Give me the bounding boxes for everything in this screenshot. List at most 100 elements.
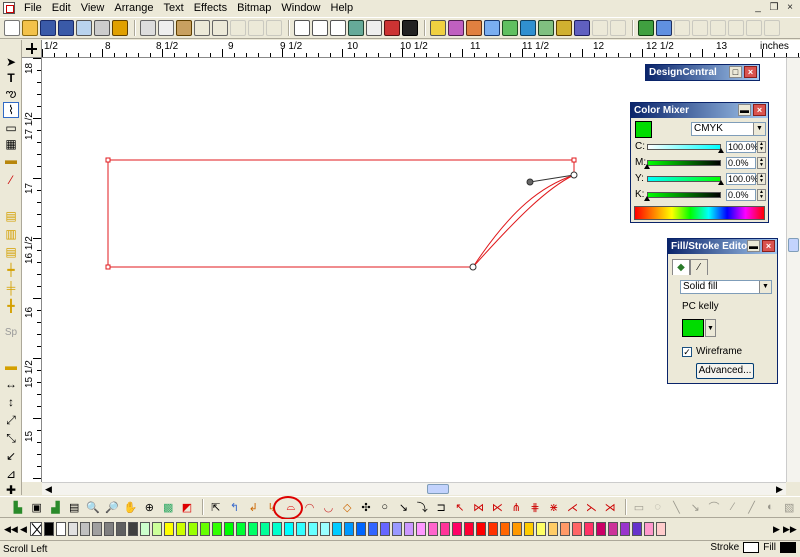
align-left-icon[interactable]: ▤ (3, 208, 19, 224)
color-swatch[interactable] (536, 522, 546, 536)
selected-path[interactable] (107, 159, 575, 268)
node-tension-icon[interactable]: ↖ (452, 499, 468, 515)
color-swatch[interactable] (548, 522, 558, 536)
node-select-icon[interactable]: ⇱ (208, 499, 224, 515)
slider-marker[interactable] (718, 148, 724, 153)
channel-value-field[interactable]: 0.0% (726, 157, 756, 169)
control-handle[interactable] (526, 178, 534, 186)
rectangle-tool-icon[interactable]: ▭ (3, 120, 19, 136)
bezier-tool-icon[interactable]: ⌇ (3, 102, 19, 118)
horizontal-ruler[interactable]: 1/2 8 8 1/2 9 9 1/2 10 10 1/2 11 11 1/2 … (42, 40, 800, 58)
corner-node[interactable] (571, 157, 577, 163)
redo-icon[interactable] (212, 20, 228, 36)
measure-icon[interactable]: ▬ (3, 358, 19, 374)
channel-slider[interactable] (647, 192, 721, 198)
spinner-icon[interactable]: ▲ ▼ (757, 141, 766, 153)
spinner-icon[interactable]: ▲ ▼ (757, 189, 766, 201)
color-swatch[interactable] (236, 522, 246, 536)
vertical-ruler[interactable]: 18 17 1/2 17 16 1/2 16 15 1/2 15 (22, 58, 42, 482)
anchor-node[interactable] (570, 171, 578, 179)
color-swatch[interactable] (644, 522, 654, 536)
panel-minimize-icon[interactable]: ▬ (747, 240, 760, 252)
path-ops-icon[interactable] (674, 20, 690, 36)
chevron-down-icon[interactable]: ▼ (759, 281, 771, 293)
spacing-icon[interactable]: ╋ (3, 298, 19, 314)
menu-view[interactable]: View (76, 0, 110, 16)
node-stretch-icon[interactable]: ⋊ (602, 499, 618, 515)
panel-title-bar[interactable]: Fill/Stroke Editor ▬ × (668, 239, 777, 254)
color-swatch[interactable] (440, 522, 450, 536)
repeat-icon[interactable] (248, 20, 264, 36)
spell-check-icon[interactable] (266, 20, 282, 36)
save-icon[interactable] (40, 20, 56, 36)
color-swatch[interactable] (524, 522, 534, 536)
node-reverse-icon[interactable]: ↘ (396, 499, 412, 515)
color-swatch[interactable] (560, 522, 570, 536)
color-swatch[interactable] (608, 522, 618, 536)
panel-title-bar[interactable]: Color Mixer ▬ × (631, 103, 768, 118)
color-swatch[interactable] (68, 522, 78, 536)
menu-effects[interactable]: Effects (189, 0, 232, 16)
arrange-back-icon[interactable] (502, 20, 518, 36)
fill-color-button[interactable] (682, 319, 704, 337)
dimension-radius-icon[interactable]: ↙ (3, 448, 19, 464)
path-ops-icon[interactable] (728, 20, 744, 36)
path-ops-icon[interactable] (764, 20, 780, 36)
styles-icon[interactable] (330, 20, 346, 36)
color-swatch[interactable] (416, 522, 426, 536)
zoom-out-icon[interactable]: 🔎 (104, 499, 120, 515)
menu-help[interactable]: Help (326, 0, 359, 16)
corner-node[interactable] (105, 157, 111, 163)
color-swatch[interactable] (500, 522, 510, 536)
wireframe-checkbox[interactable]: ✓ (682, 346, 692, 357)
path-ops-icon[interactable] (692, 20, 708, 36)
path-ops-icon[interactable] (710, 20, 726, 36)
spinner-icon[interactable]: ▲ ▼ (757, 157, 766, 169)
color-swatch[interactable] (368, 522, 378, 536)
advanced-button[interactable]: Advanced... (696, 363, 754, 379)
import-icon[interactable] (76, 20, 92, 36)
color-swatch[interactable] (584, 522, 594, 536)
node-cusp-icon[interactable]: ⋈ (471, 499, 487, 515)
color-swatch[interactable] (212, 522, 222, 536)
color-swatch[interactable] (56, 522, 66, 536)
text-tool-icon[interactable]: T (3, 70, 19, 86)
color-swatch[interactable] (632, 522, 642, 536)
node-join-icon[interactable]: ◡ (321, 499, 337, 515)
palette-first-icon[interactable]: ◀◀ (4, 522, 18, 536)
print-icon[interactable] (94, 20, 110, 36)
zoom-icon[interactable]: ⊕ (141, 499, 157, 515)
color-swatch[interactable] (80, 522, 90, 536)
bitmap-icon[interactable]: ▩ (160, 499, 176, 515)
node-straighten-icon[interactable]: ◠ (302, 499, 318, 515)
menu-text[interactable]: Text (159, 0, 189, 16)
node-corner-icon[interactable]: ↲ (245, 499, 261, 515)
cut-icon[interactable] (140, 20, 156, 36)
color-swatch[interactable] (128, 522, 138, 536)
preview-icon[interactable] (366, 20, 382, 36)
color-swatch[interactable] (92, 522, 102, 536)
spinner-icon[interactable]: ▲ ▼ (757, 173, 766, 185)
node-align-v-icon[interactable]: ⋕ (527, 499, 543, 515)
node-tool-icon[interactable] (656, 20, 672, 36)
combine-icon[interactable] (520, 20, 536, 36)
dimension-angle-icon[interactable]: ⤡ (3, 430, 19, 446)
slider-marker[interactable] (644, 164, 650, 169)
save-all-icon[interactable] (58, 20, 74, 36)
arrange-front-icon[interactable] (484, 20, 500, 36)
color-swatch[interactable] (476, 522, 486, 536)
node-close-icon[interactable]: ⊐ (433, 499, 449, 515)
channel-value-field[interactable]: 100.0% (726, 173, 759, 185)
color-swatch[interactable] (344, 522, 354, 536)
slider-marker[interactable] (644, 196, 650, 201)
copy-object-icon[interactable] (592, 20, 608, 36)
node-symmetric-icon[interactable]: ⋉ (490, 499, 506, 515)
freehand-tool-icon[interactable]: ఌ (3, 86, 19, 102)
undo-icon[interactable] (194, 20, 210, 36)
node-delete-icon[interactable]: ✣ (358, 499, 374, 515)
panel-restore-icon[interactable]: □ (729, 66, 742, 78)
color-swatch[interactable] (260, 522, 270, 536)
page-icon[interactable]: ▙ (10, 499, 26, 515)
color-swatch[interactable] (44, 522, 54, 536)
space-icon[interactable]: ╪ (3, 280, 19, 296)
